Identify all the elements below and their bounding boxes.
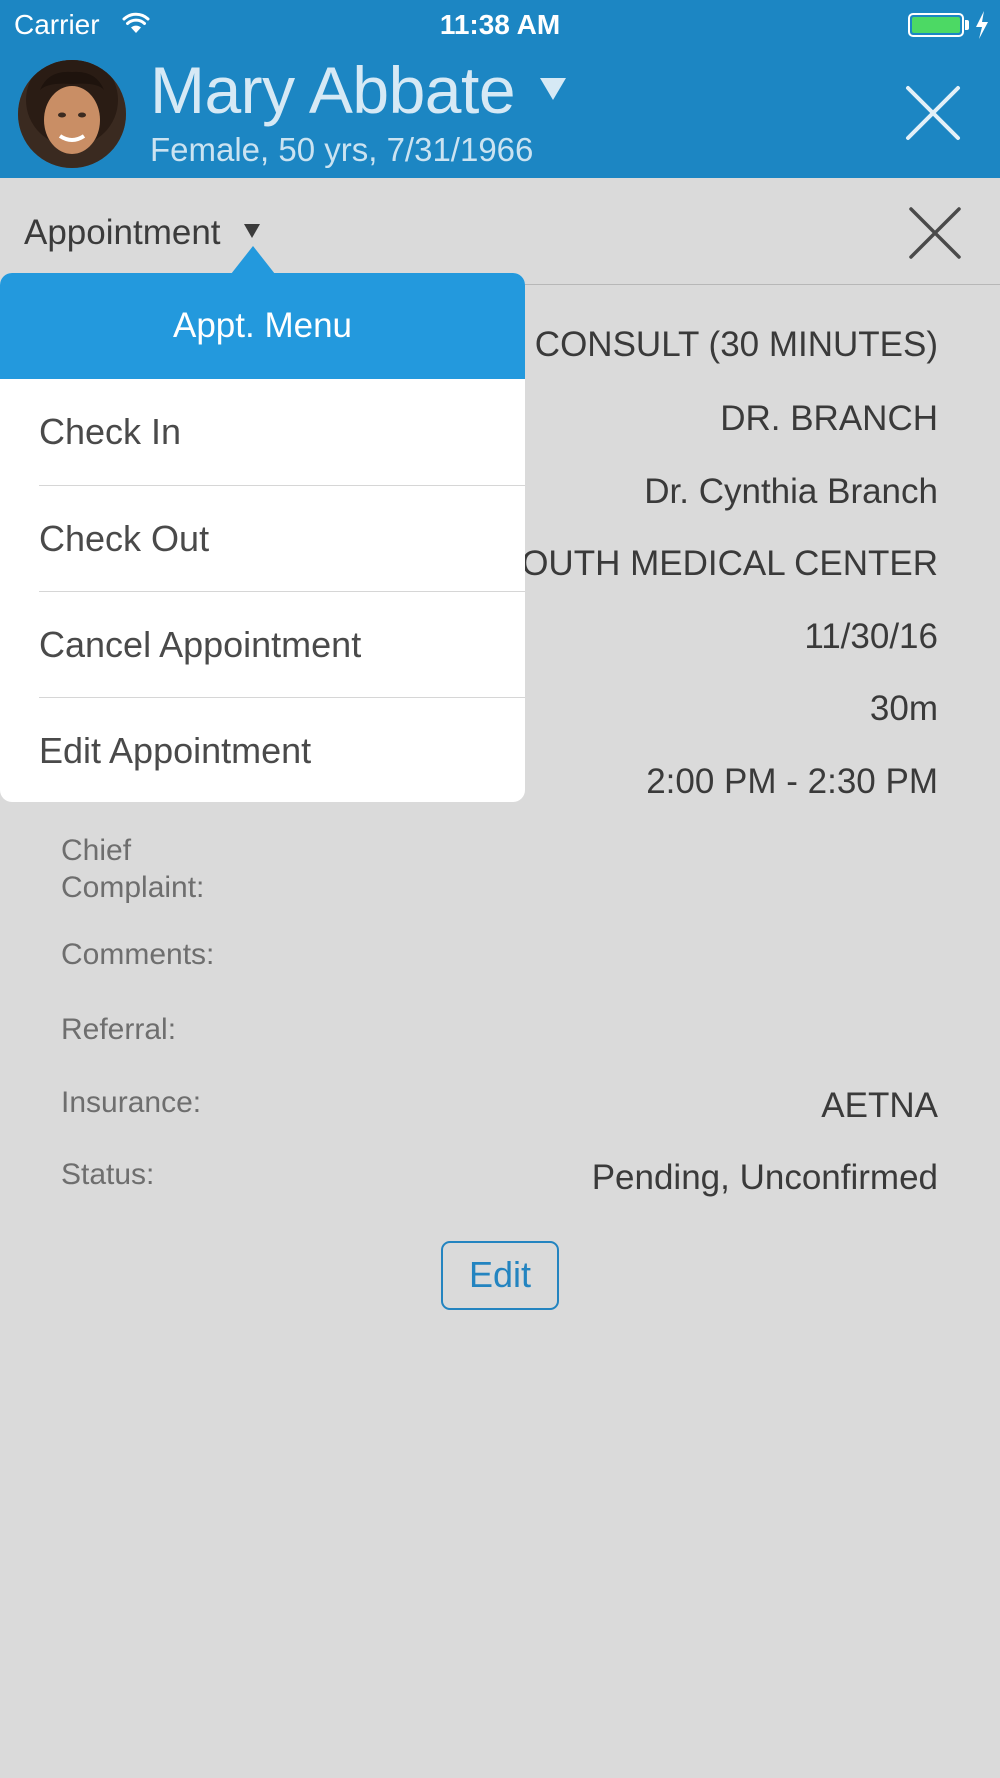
chief-complaint-label: Chief Complaint: xyxy=(61,834,205,904)
appointment-type-value: CONSULT (30 MINUTES) xyxy=(534,325,938,364)
menu-item-label: Check In xyxy=(39,411,182,452)
appt-menu-title: Appt. Menu xyxy=(0,273,525,379)
avatar[interactable] xyxy=(18,60,126,168)
chevron-down-icon[interactable] xyxy=(540,78,566,100)
status-value: Pending, Unconfirmed xyxy=(591,1158,938,1197)
close-icon[interactable] xyxy=(908,206,962,260)
appointment-dropdown[interactable]: Appointment xyxy=(24,213,221,253)
menu-item-label: Cancel Appointment xyxy=(39,624,362,665)
patient-demographics: Female, 50 yrs, 7/31/1966 xyxy=(150,131,534,168)
comments-label: Comments: xyxy=(61,938,215,971)
menu-item-cancel-appointment[interactable]: Cancel Appointment xyxy=(0,592,525,698)
edit-button[interactable]: Edit xyxy=(441,1241,559,1310)
close-icon[interactable] xyxy=(905,85,961,141)
patient-name[interactable]: Mary Abbate xyxy=(150,52,516,128)
date-value: 11/30/16 xyxy=(804,617,938,656)
appt-menu-popover: Appt. Menu Check In Check Out Cancel App… xyxy=(0,273,525,802)
charging-bolt-icon xyxy=(976,11,988,39)
status-bar: Carrier 11:38 AM xyxy=(0,0,1000,50)
provider-code-value: DR. BRANCH xyxy=(720,399,938,438)
duration-value: 30m xyxy=(869,689,938,728)
menu-item-check-out[interactable]: Check Out xyxy=(0,486,525,592)
referral-label: Referral: xyxy=(61,1013,177,1046)
popover-arrow xyxy=(231,246,275,274)
insurance-value: AETNA xyxy=(821,1086,938,1125)
patient-header: Carrier 11:38 AM Mary Abbate Female, 50 … xyxy=(0,0,1000,178)
insurance-label: Insurance: xyxy=(61,1086,202,1119)
location-value: OUTH MEDICAL CENTER xyxy=(521,544,938,583)
time-range-value: 2:00 PM - 2:30 PM xyxy=(646,762,938,801)
status-label: Status: xyxy=(61,1158,155,1191)
patient-photo-icon xyxy=(18,60,126,168)
status-time: 11:38 AM xyxy=(439,9,561,40)
appointment-bar: Appointment xyxy=(0,178,1000,285)
battery-icon xyxy=(908,13,964,37)
menu-item-label: Check Out xyxy=(39,518,210,559)
menu-item-check-in[interactable]: Check In xyxy=(0,379,525,485)
menu-item-label: Edit Appointment xyxy=(39,730,312,771)
provider-name-value: Dr. Cynthia Branch xyxy=(644,472,938,511)
caret-down-icon[interactable] xyxy=(244,224,260,238)
menu-item-edit-appointment[interactable]: Edit Appointment xyxy=(0,698,525,802)
battery-tip xyxy=(965,20,969,30)
